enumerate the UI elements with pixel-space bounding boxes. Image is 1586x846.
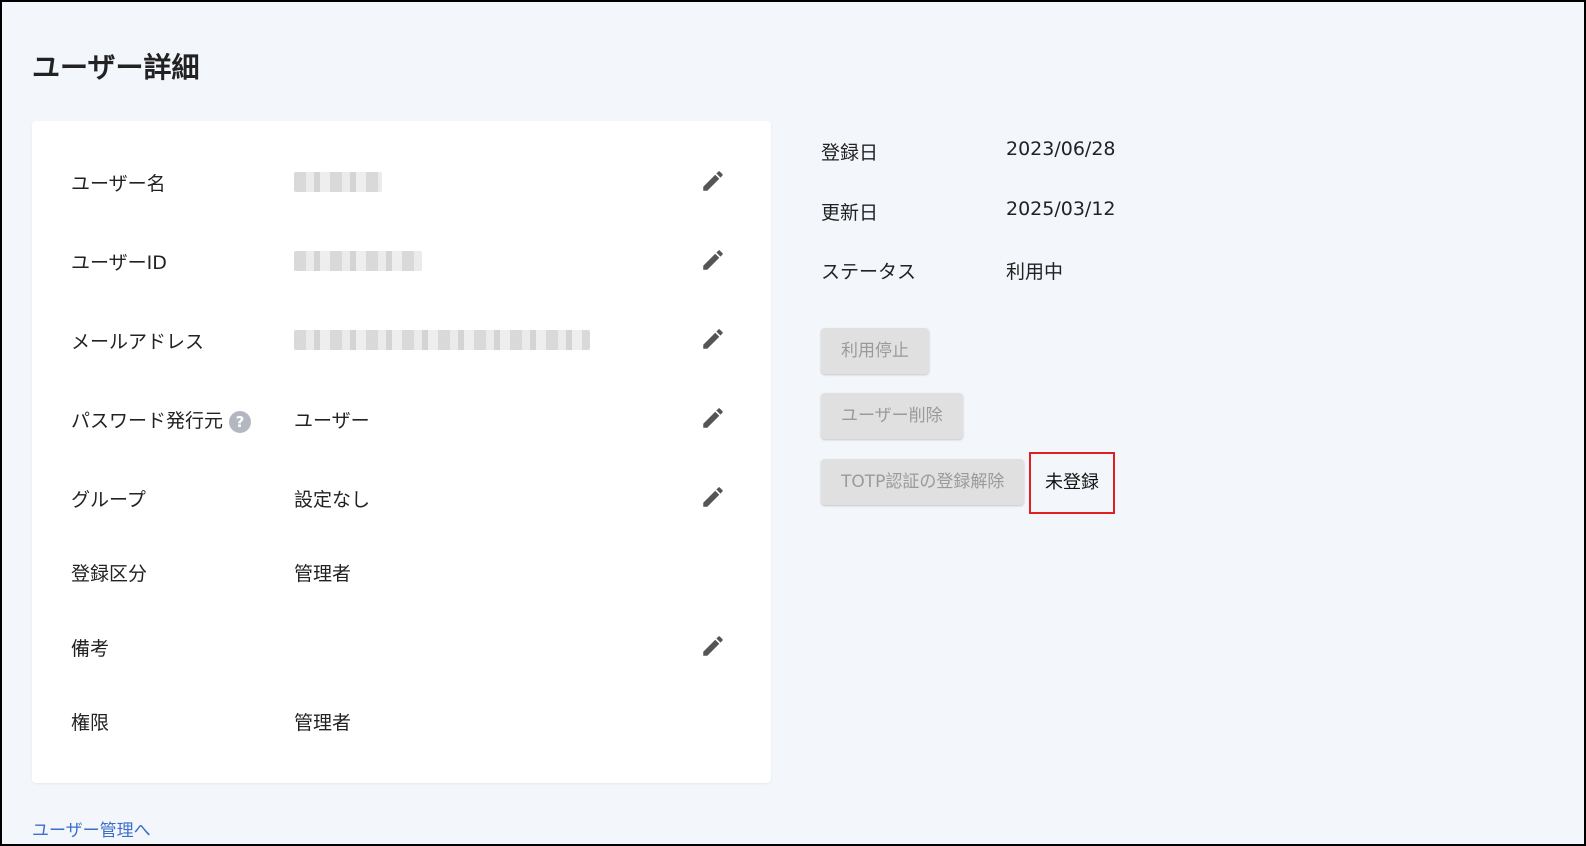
- row-user-id: ユーザーID: [32, 240, 771, 280]
- back-to-user-management-link[interactable]: ユーザー管理へ: [32, 816, 151, 841]
- edit-notes-pencil-icon[interactable]: [700, 633, 726, 659]
- row-email: メールアドレス: [32, 319, 771, 359]
- user-detail-card: ユーザー名 ユーザーID メールアドレス パスワード発行元? ユーザー グループ…: [32, 121, 771, 783]
- status-label: ステータス: [821, 261, 917, 283]
- edit-user-id-pencil-icon[interactable]: [700, 247, 726, 273]
- user-id-value-redacted: [294, 251, 422, 271]
- group-label: グループ: [71, 489, 146, 511]
- edit-email-pencil-icon[interactable]: [700, 326, 726, 352]
- edit-password-issuer-pencil-icon[interactable]: [700, 405, 726, 431]
- password-issuer-label-text: パスワード発行元: [71, 410, 224, 432]
- help-circle-icon[interactable]: ?: [229, 410, 252, 433]
- row-permission: 権限 管理者: [32, 700, 771, 740]
- updated-date-label: 更新日: [821, 202, 879, 224]
- email-label: メールアドレス: [71, 331, 205, 353]
- row-notes: 備考: [32, 626, 771, 666]
- permission-value: 管理者: [294, 712, 352, 734]
- updated-date-value: 2025/03/12: [1006, 198, 1116, 220]
- permission-label: 権限: [71, 712, 110, 734]
- suspend-button[interactable]: 利用停止: [821, 328, 929, 374]
- edit-username-pencil-icon[interactable]: [700, 168, 726, 194]
- totp-unregister-button[interactable]: TOTP認証の登録解除: [821, 459, 1025, 505]
- notes-label: 備考: [71, 638, 110, 660]
- delete-user-button[interactable]: ユーザー削除: [821, 393, 963, 439]
- registration-type-label: 登録区分: [71, 563, 148, 585]
- totp-status-text: 未登録: [1029, 452, 1115, 514]
- registered-date-value: 2023/06/28: [1006, 138, 1116, 160]
- edit-group-pencil-icon[interactable]: [700, 484, 726, 510]
- page-frame: ユーザー詳細 ユーザー名 ユーザーID メールアドレス パスワード発行元? ユー…: [0, 0, 1586, 846]
- username-label: ユーザー名: [71, 173, 166, 195]
- email-value-redacted: [294, 330, 590, 350]
- status-value: 利用中: [1006, 261, 1064, 283]
- row-password-issuer: パスワード発行元? ユーザー: [32, 398, 771, 438]
- registration-type-value: 管理者: [294, 563, 352, 585]
- registered-date-label: 登録日: [821, 142, 879, 164]
- group-value: 設定なし: [294, 489, 371, 511]
- password-issuer-label: パスワード発行元?: [71, 406, 252, 433]
- row-username: ユーザー名: [32, 161, 771, 201]
- username-value-redacted: [294, 172, 382, 192]
- page-title: ユーザー詳細: [32, 51, 200, 84]
- user-id-label: ユーザーID: [71, 252, 167, 274]
- row-registration-type: 登録区分 管理者: [32, 551, 771, 591]
- password-issuer-value: ユーザー: [294, 410, 370, 432]
- row-group: グループ 設定なし: [32, 477, 771, 517]
